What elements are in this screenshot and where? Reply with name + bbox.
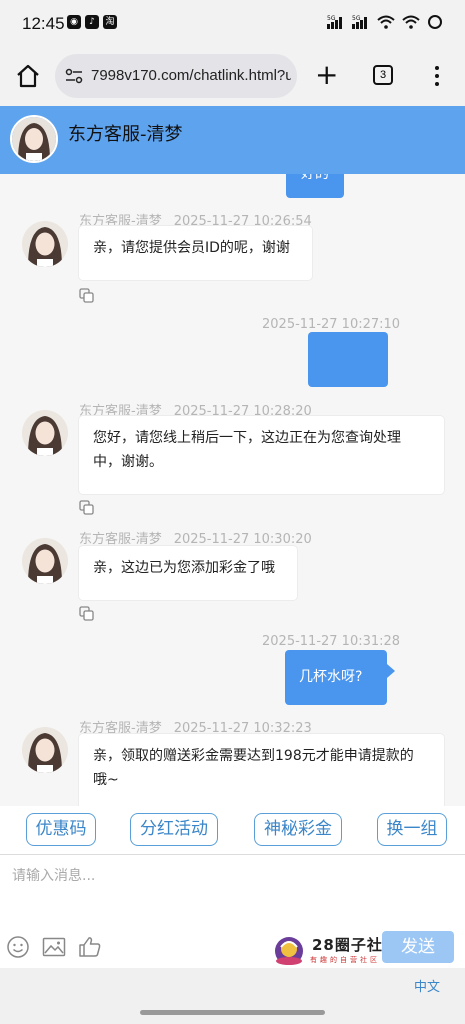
quick-reply-button[interactable]: 换一组 xyxy=(377,813,447,846)
sender-name: 东方客服-清梦 xyxy=(79,532,162,547)
gesture-bar[interactable] xyxy=(140,1010,325,1015)
send-button[interactable]: 发送 xyxy=(382,931,454,963)
agent-avatar xyxy=(22,727,68,773)
bubble-tail xyxy=(387,664,395,678)
quick-reply-button[interactable]: 神秘彩金 xyxy=(254,813,342,846)
tiktok-icon: ♪ xyxy=(85,15,99,29)
message-bubble-incoming: 亲，领取的赠送彩金需要达到198元才能申请提款的 哦~ xyxy=(79,734,444,806)
message-text: 亲，请您提供会员ID的呢，谢谢 xyxy=(93,240,290,256)
quick-reply-button[interactable]: 优惠码 xyxy=(26,813,96,846)
thumbs-up-icon[interactable] xyxy=(78,935,102,959)
page-title: 东方客服-清梦 xyxy=(68,124,183,145)
community-logo-icon xyxy=(275,937,303,965)
message-meta: 东方客服-清梦 2025-11-27 10:30:20 xyxy=(79,528,312,547)
message-bubble-incoming: 您好，请您线上稍后一下，这边正在为您查询处理 中，谢谢。 xyxy=(79,416,444,494)
status-indicators: 5G 5G xyxy=(327,14,443,30)
message-input[interactable]: 请输入消息... xyxy=(12,865,95,885)
message-time: 2025-11-27 10:30:20 xyxy=(173,532,312,547)
message-composer: 请输入消息... 28圈子社区 有趣的自营社区 发送 xyxy=(0,854,465,968)
message-text: 亲，这边已为您添加彩金了哦 xyxy=(93,560,275,576)
copy-icon[interactable] xyxy=(79,500,95,516)
message-text: 亲，领取的赠送彩金需要达到198元才能申请提款的 xyxy=(93,748,414,764)
message-text: 哦~ xyxy=(93,772,119,788)
message-bubble-incoming: 亲，请您提供会员ID的呢，谢谢 xyxy=(79,226,312,280)
wifi-icon xyxy=(377,15,395,29)
agent-avatar xyxy=(10,115,58,163)
watermark-subtitle: 有趣的自营社区 xyxy=(310,956,380,964)
message-text: 几杯水呀? xyxy=(299,669,363,685)
url-text: 7998v170.com/chatlink.html?ui xyxy=(91,67,291,84)
site-settings-icon[interactable] xyxy=(65,67,83,85)
wifi-icon xyxy=(402,15,420,29)
message-time: 2025-11-27 10:31:28 xyxy=(262,634,401,649)
more-menu-icon[interactable] xyxy=(430,64,444,88)
message-text: 您好，请您线上稍后一下，这边正在为您查询处理 xyxy=(93,430,401,446)
browser-toolbar: 7998v170.com/chatlink.html?ui + 3 xyxy=(0,50,465,106)
message-time: 2025-11-27 10:27:10 xyxy=(262,317,401,332)
message-text: 中，谢谢。 xyxy=(93,454,163,470)
language-switch-link[interactable]: 中文 xyxy=(414,976,440,995)
chat-header: 东方客服-清梦 xyxy=(0,106,465,174)
copy-icon[interactable] xyxy=(79,288,95,304)
quick-reply-button[interactable]: 分红活动 xyxy=(130,813,218,846)
tab-switcher-button[interactable]: 3 xyxy=(373,65,393,85)
message-text: 好的 xyxy=(301,174,329,182)
emoji-icon[interactable] xyxy=(6,935,30,959)
status-app-icons: ◉ ♪ 淘 xyxy=(67,15,117,29)
agent-avatar xyxy=(22,410,68,456)
agent-avatar xyxy=(22,538,68,584)
message-bubble-outgoing xyxy=(308,332,388,387)
svg-text:5G: 5G xyxy=(352,15,361,22)
quick-reply-bar: 优惠码 分红活动 神秘彩金 换一组 xyxy=(0,806,465,854)
page-footer: 中文 xyxy=(0,968,465,1024)
message-bubble-outgoing: 好的 xyxy=(286,174,344,198)
home-icon[interactable] xyxy=(15,63,41,89)
new-tab-button[interactable]: + xyxy=(315,61,338,89)
chat-message-list[interactable]: 好的 东方客服-清梦 2025-11-27 10:26:54 亲，请您提供会员ID… xyxy=(0,174,465,806)
copy-icon[interactable] xyxy=(79,606,95,622)
signal-icon: 5G xyxy=(352,15,367,29)
message-bubble-incoming: 亲，这边已为您添加彩金了哦 xyxy=(79,546,297,600)
image-icon[interactable] xyxy=(41,935,67,959)
message-bubble-outgoing: 几杯水呀? xyxy=(285,650,387,705)
svg-text:5G: 5G xyxy=(327,15,336,22)
taobao-icon: 淘 xyxy=(103,15,117,29)
url-bar[interactable]: 7998v170.com/chatlink.html?ui xyxy=(55,54,297,98)
status-time: 12:45 xyxy=(22,14,65,33)
wechat-icon: ◉ xyxy=(67,15,81,29)
battery-icon xyxy=(428,15,442,29)
agent-avatar xyxy=(22,221,68,267)
status-bar: 12:45 ◉ ♪ 淘 5G 5G xyxy=(0,0,465,50)
signal-icon: 5G xyxy=(327,15,342,29)
